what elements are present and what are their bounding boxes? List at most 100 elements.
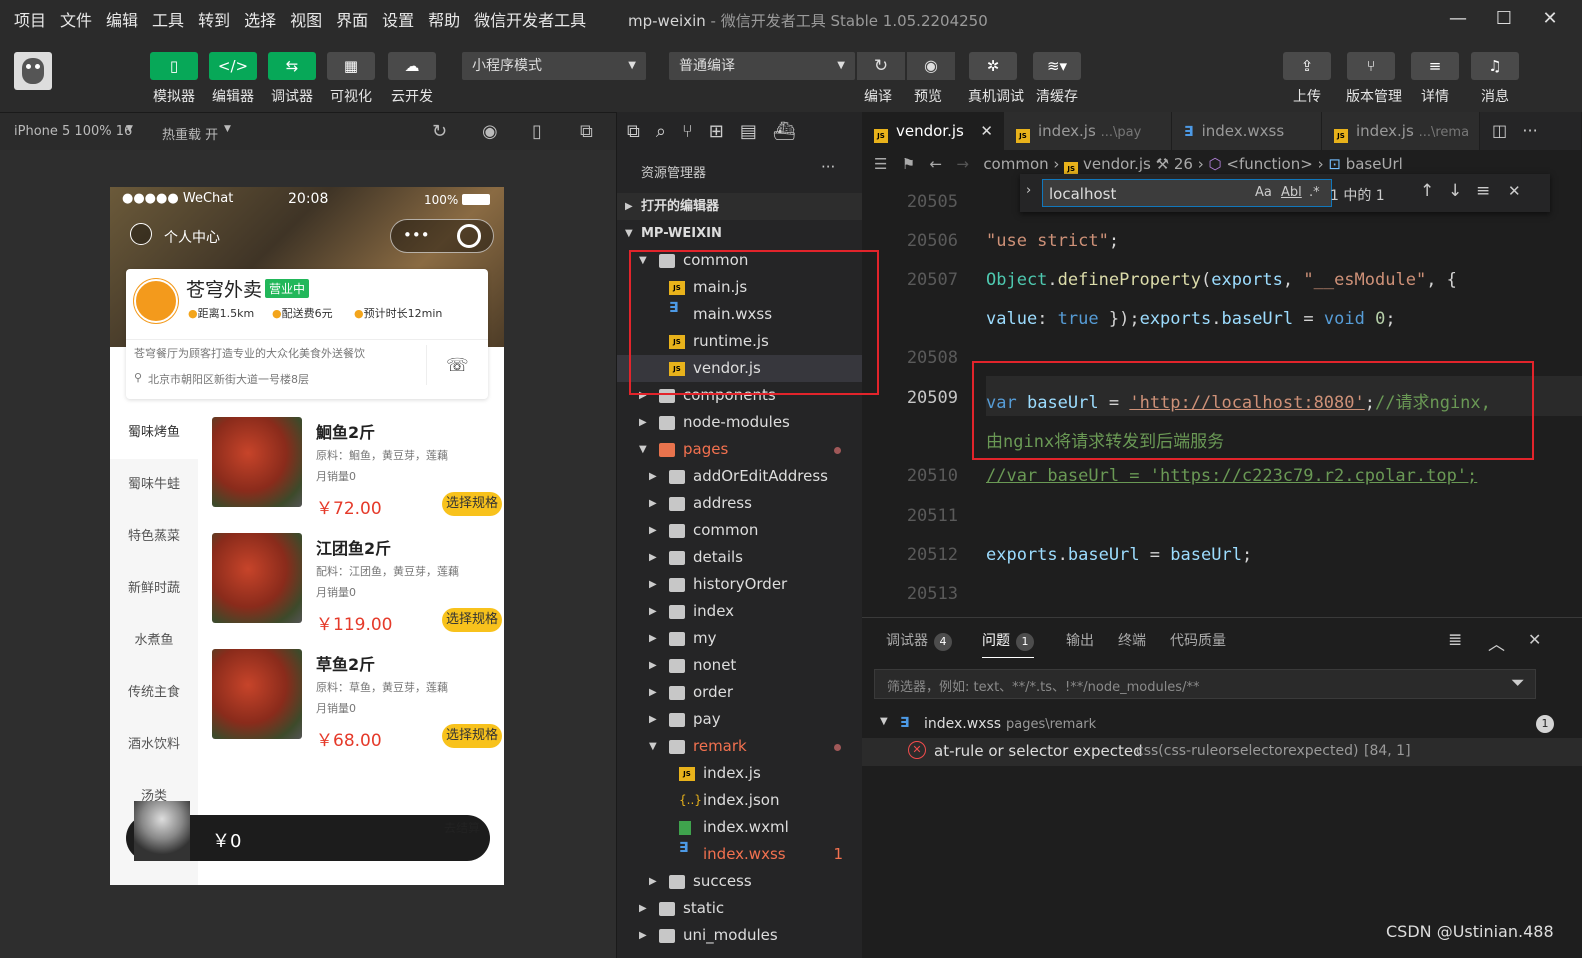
source-control-icon[interactable]: ⑂ (682, 121, 693, 142)
problem-file-row[interactable]: ▼ ∃ index.wxss pages\remark 1 (862, 712, 1582, 738)
tree-item[interactable]: ▶ my (617, 625, 863, 652)
breadcrumb-item[interactable]: baseUrl (1346, 155, 1403, 173)
avatar[interactable] (14, 52, 52, 90)
project-section[interactable]: ▼ MP-WEIXIN (617, 220, 863, 247)
breadcrumb-item[interactable]: common (983, 155, 1048, 173)
compile-label[interactable]: 编译 (864, 86, 892, 106)
breadcrumb-item[interactable]: <function> (1226, 155, 1312, 173)
preview-label[interactable]: 预览 (914, 86, 942, 106)
window-icon[interactable]: ⧉ (580, 121, 593, 142)
phone-call-icon[interactable]: ☏ (446, 355, 469, 376)
breadcrumb-item[interactable]: vendor.js (1083, 155, 1151, 173)
breadcrumb-item[interactable]: 26 (1174, 155, 1193, 173)
close-icon[interactable]: ✕ (1508, 182, 1521, 200)
close-window-icon[interactable]: ✕ (1530, 4, 1570, 34)
arrow-down-icon[interactable]: ↓ (1448, 181, 1462, 201)
tree-item[interactable]: {..} index.json (617, 787, 863, 814)
tree-item[interactable]: ▶ static (617, 895, 863, 922)
problem-row[interactable]: ✕ at-rule or selector expected css(css-r… (862, 738, 1582, 766)
code-line[interactable]: "use strict"; (986, 231, 1119, 251)
dish-item[interactable]: 草鱼2斤 原料：草鱼，黄豆芽，莲藕 月销量0 ￥68.00 选择规格 (212, 649, 502, 765)
upload-button[interactable]: ⇪ 上传 (1282, 52, 1332, 106)
menu-item[interactable]: 工具 (152, 7, 184, 31)
tree-item[interactable]: ▶ node-modules (617, 409, 863, 436)
details-button[interactable]: ≡ 详情 (1410, 52, 1460, 106)
tree-item[interactable]: ▶ uni_modules (617, 922, 863, 949)
menu-item[interactable]: 文件 (60, 7, 92, 31)
whole-word-toggle[interactable]: Abl (1281, 185, 1302, 200)
menu-item[interactable]: 项目 (14, 7, 46, 31)
messages-button[interactable]: ♫ 消息 (1470, 52, 1520, 106)
back-icon[interactable]: ← (930, 155, 943, 173)
tree-item[interactable]: ▶ order (617, 679, 863, 706)
split-editor-icon[interactable]: ◫ (1492, 121, 1507, 140)
forward-icon[interactable]: → (956, 155, 969, 173)
chevron-right-icon[interactable]: › (1026, 183, 1031, 198)
category-item[interactable]: 蜀味烤鱼 (110, 407, 198, 459)
menu-item[interactable]: 编辑 (106, 7, 138, 31)
code-line[interactable]: value: true });exports.baseUrl = void 0; (986, 309, 1396, 329)
menu-item[interactable]: 界面 (336, 7, 368, 31)
choose-spec-button[interactable]: 选择规格 (441, 492, 502, 516)
regex-toggle[interactable]: .* (1309, 185, 1320, 200)
dish-item[interactable]: 鮰鱼2斤 原料：鮰鱼，黄豆芽，莲藕 月销量0 ￥72.00 选择规格 (212, 417, 502, 533)
menu-item[interactable]: 帮助 (428, 7, 460, 31)
outline-icon[interactable]: ☰ (874, 155, 887, 173)
maximize-icon[interactable]: ☐ (1484, 4, 1524, 34)
tree-item[interactable]: ▶ success (617, 868, 863, 895)
cart-bar[interactable]: ￥0 去结算 (126, 801, 490, 861)
tab-output[interactable]: 输出 (1066, 630, 1094, 650)
choose-spec-button[interactable]: 选择规格 (441, 608, 502, 632)
hot-reload-select[interactable]: 热重载 开 (162, 124, 218, 143)
open-editors-section[interactable]: ▶ 打开的编辑器 (617, 193, 863, 220)
match-case-toggle[interactable]: Aa (1255, 185, 1272, 200)
find-in-selection-icon[interactable]: ≡ (1476, 181, 1490, 201)
phone-icon[interactable]: ▯ (532, 121, 542, 142)
cloud-button[interactable]: ☁ 云开发 (387, 52, 437, 106)
code-line[interactable]: Object.defineProperty(exports, "__esModu… (986, 270, 1457, 290)
menu-item[interactable]: 转到 (198, 7, 230, 31)
menu-item[interactable]: 微信开发者工具 (474, 7, 586, 31)
device-select[interactable]: iPhone 5 100% 16 (14, 124, 132, 139)
tab-problems[interactable]: 问题 1 (982, 630, 1034, 658)
search-icon[interactable]: ⌕ (656, 121, 666, 142)
tab-index-js-pay[interactable]: JS index.js ...\pay (1004, 112, 1172, 150)
bookmark-icon[interactable]: ⚑ (902, 155, 915, 173)
tab-debugger[interactable]: 调试器 4 (886, 630, 952, 651)
more-icon[interactable]: ··· (1522, 121, 1537, 140)
close-icon[interactable]: ✕ (1528, 630, 1541, 649)
storage-icon[interactable]: ▤ (740, 121, 757, 142)
refresh-icon[interactable]: ↻ (857, 52, 905, 80)
record-icon[interactable]: ◉ (482, 121, 498, 142)
tab-terminal[interactable]: 终端 (1118, 630, 1146, 650)
tree-item[interactable]: ▶ address (617, 490, 863, 517)
menu-item[interactable]: 选择 (244, 7, 276, 31)
personal-center-link[interactable]: 个人中心 (164, 227, 220, 247)
extensions-icon[interactable]: ⊞ (709, 121, 724, 142)
code-line[interactable]: exports.baseUrl = baseUrl; (986, 545, 1252, 565)
tree-item[interactable]: ▶ details (617, 544, 863, 571)
category-item[interactable]: 新鲜时蔬 (110, 563, 198, 615)
code-line[interactable]: //var baseUrl = 'https://c223c79.r2.cpol… (986, 466, 1477, 486)
docker-icon[interactable]: ⛴ (773, 121, 796, 142)
files-icon[interactable]: ⧉ (627, 121, 640, 142)
find-input[interactable]: localhost Aa Abl .* (1042, 179, 1332, 207)
tree-item[interactable]: ▶ pay (617, 706, 863, 733)
more-icon[interactable]: ··· (821, 158, 835, 176)
tree-item[interactable]: ▶ common (617, 517, 863, 544)
clear-cache-button[interactable]: ≋▾ 清缓存 (1032, 52, 1082, 106)
simulator-button[interactable]: ▯ 模拟器 (149, 52, 199, 106)
tree-item[interactable]: ▶ index (617, 598, 863, 625)
tree-item[interactable]: ▶ nonet (617, 652, 863, 679)
menu-item[interactable]: 视图 (290, 7, 322, 31)
remote-debug-button[interactable]: ✲ 真机调试 (968, 52, 1024, 106)
tree-item[interactable]: index.wxml (617, 814, 863, 841)
tree-item[interactable]: ▼ pages (617, 436, 863, 463)
user-icon[interactable] (130, 223, 152, 245)
more-icon[interactable]: ••• (403, 226, 430, 244)
category-item[interactable]: 特色蒸菜 (110, 511, 198, 563)
tree-item[interactable]: JS index.js (617, 760, 863, 787)
category-item[interactable]: 水煮鱼 (110, 615, 198, 667)
close-icon[interactable]: ✕ (980, 112, 993, 150)
problem-filter-input[interactable]: 筛选器，例如: text、**/*.ts、!**/node_modules/**… (874, 669, 1536, 699)
